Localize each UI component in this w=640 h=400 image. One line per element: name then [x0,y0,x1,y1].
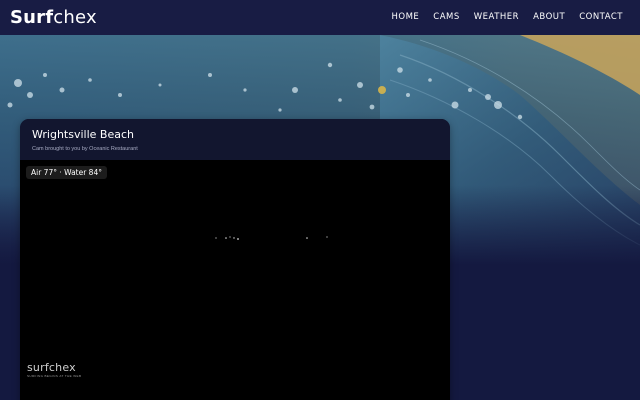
logo-light: chex [53,6,97,28]
cam-watermark: surfchex SURFING BEGINS AT THE WEB [27,362,81,378]
watermark-tagline: SURFING BEGINS AT THE WEB [27,374,82,378]
nav-contact[interactable]: CONTACT [572,0,630,35]
cam-card-header: Wrightsville Beach Cam brought to you by… [20,119,450,160]
night-lights [215,236,328,240]
main-nav: HOME CAMS WEATHER ABOUT CONTACT [385,0,631,35]
cam-sponsor: Cam brought to you by Oceanic Restaurant [32,146,138,152]
nav-home[interactable]: HOME [385,0,427,35]
watermark-logo: surfchex [27,361,76,374]
cam-title: Wrightsville Beach [32,128,134,141]
nav-cams[interactable]: CAMS [426,0,466,35]
site-header: Surf chex HOME CAMS WEATHER ABOUT CONTACT [0,0,640,35]
logo-bold: Surf [10,6,54,28]
site-logo[interactable]: Surf chex [10,6,97,28]
cam-card: Wrightsville Beach Cam brought to you by… [20,119,450,400]
nav-about[interactable]: ABOUT [526,0,572,35]
nav-weather[interactable]: WEATHER [467,0,526,35]
cam-video[interactable]: Air 77° · Water 84° surfchex SURFING BEG… [20,160,450,400]
